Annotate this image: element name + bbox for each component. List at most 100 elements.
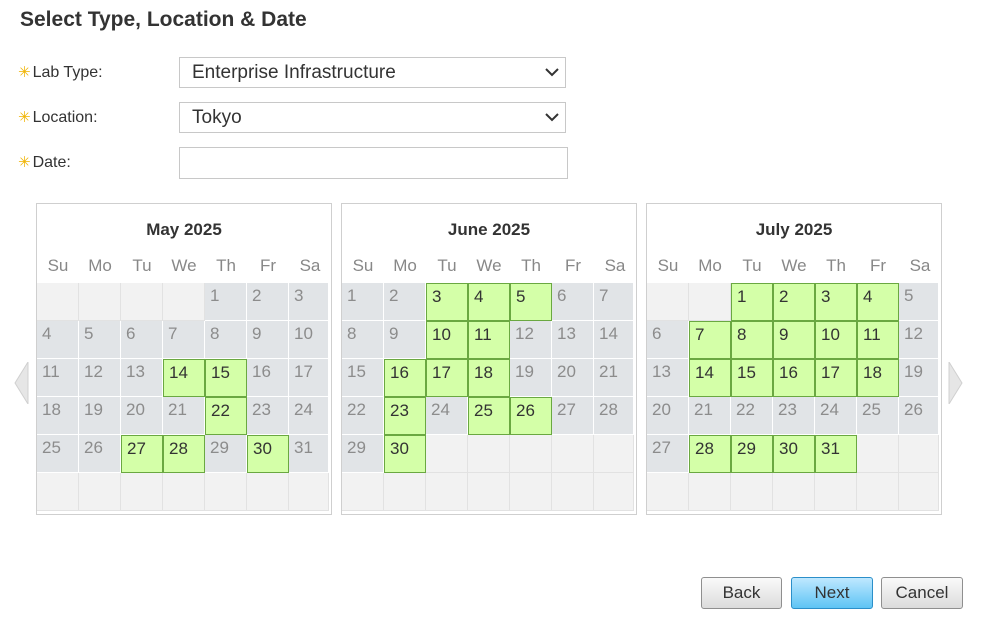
unavailable-day-cell: 19 bbox=[79, 397, 121, 435]
weekday-header: Th bbox=[521, 256, 541, 275]
unavailable-day-cell: 10 bbox=[289, 321, 329, 359]
unavailable-day-cell: 21 bbox=[163, 397, 205, 435]
empty-day-cell bbox=[121, 473, 163, 511]
weekday-header: Su bbox=[657, 256, 679, 275]
unavailable-day-cell: 21 bbox=[594, 359, 634, 397]
available-day-cell[interactable]: 8 bbox=[731, 321, 773, 359]
available-day-cell[interactable]: 3 bbox=[426, 283, 468, 321]
available-day-cell[interactable]: 10 bbox=[815, 321, 857, 359]
unavailable-day-cell: 24 bbox=[289, 397, 329, 435]
empty-day-cell bbox=[647, 473, 689, 511]
unavailable-day-cell: 1 bbox=[342, 283, 384, 321]
weekday-header: Th bbox=[826, 256, 846, 275]
unavailable-day-cell: 27 bbox=[647, 435, 689, 473]
available-day-cell[interactable]: 30 bbox=[384, 435, 426, 473]
available-day-cell[interactable]: 4 bbox=[468, 283, 510, 321]
empty-day-cell bbox=[647, 283, 689, 321]
available-day-cell[interactable]: 3 bbox=[815, 283, 857, 321]
available-day-cell[interactable]: 28 bbox=[163, 435, 205, 473]
chevron-left-icon[interactable] bbox=[13, 362, 29, 404]
empty-day-cell bbox=[689, 283, 731, 321]
available-day-cell[interactable]: 15 bbox=[731, 359, 773, 397]
available-day-cell[interactable]: 16 bbox=[773, 359, 815, 397]
available-day-cell[interactable]: 28 bbox=[689, 435, 731, 473]
available-day-cell[interactable]: 25 bbox=[468, 397, 510, 435]
lab-type-label-text: Lab Type: bbox=[32, 64, 103, 81]
weekday-header: Sa bbox=[604, 256, 626, 275]
available-day-cell[interactable]: 14 bbox=[163, 359, 205, 397]
empty-day-cell bbox=[510, 435, 552, 473]
empty-day-cell bbox=[731, 473, 773, 511]
weekday-header: Mo bbox=[88, 256, 112, 275]
unavailable-day-cell: 20 bbox=[647, 397, 689, 435]
available-day-cell[interactable]: 18 bbox=[857, 359, 899, 397]
calendar-month-may: May 2025 Su Mo Tu We Th Fr Sa 1 2 3 4 5 6 7 8 9 10 11 12 13 1… bbox=[36, 203, 332, 515]
empty-day-cell bbox=[384, 473, 426, 511]
empty-day-cell bbox=[205, 473, 247, 511]
empty-day-cell bbox=[815, 473, 857, 511]
available-day-cell[interactable]: 18 bbox=[468, 359, 510, 397]
chevron-down-icon bbox=[545, 113, 559, 122]
available-day-cell[interactable]: 17 bbox=[426, 359, 468, 397]
unavailable-day-cell: 29 bbox=[205, 435, 247, 473]
available-day-cell[interactable]: 4 bbox=[857, 283, 899, 321]
unavailable-day-cell: 17 bbox=[289, 359, 329, 397]
available-day-cell[interactable]: 29 bbox=[731, 435, 773, 473]
unavailable-day-cell: 6 bbox=[552, 283, 594, 321]
lab-type-select[interactable]: Enterprise Infrastructure bbox=[179, 57, 566, 88]
weekday-header: Mo bbox=[698, 256, 722, 275]
cancel-button[interactable]: Cancel bbox=[881, 577, 963, 609]
available-day-cell[interactable]: 2 bbox=[773, 283, 815, 321]
available-day-cell[interactable]: 30 bbox=[247, 435, 289, 473]
available-day-cell[interactable]: 23 bbox=[384, 397, 426, 435]
unavailable-day-cell: 8 bbox=[205, 321, 247, 359]
unavailable-day-cell: 23 bbox=[773, 397, 815, 435]
available-day-cell[interactable]: 14 bbox=[689, 359, 731, 397]
available-day-cell[interactable]: 22 bbox=[205, 397, 247, 435]
empty-day-cell bbox=[37, 283, 79, 321]
empty-day-cell bbox=[342, 473, 384, 511]
unavailable-day-cell: 31 bbox=[289, 435, 329, 473]
unavailable-day-cell: 9 bbox=[384, 321, 426, 359]
weekday-header: Su bbox=[47, 256, 69, 275]
unavailable-day-cell: 20 bbox=[552, 359, 594, 397]
empty-day-cell bbox=[163, 473, 205, 511]
weekday-header: We bbox=[171, 256, 197, 275]
weekday-header: Su bbox=[352, 256, 374, 275]
unavailable-day-cell: 6 bbox=[647, 321, 689, 359]
available-day-cell[interactable]: 17 bbox=[815, 359, 857, 397]
available-day-cell[interactable]: 26 bbox=[510, 397, 552, 435]
next-button[interactable]: Next bbox=[791, 577, 873, 609]
available-day-cell[interactable]: 27 bbox=[121, 435, 163, 473]
unavailable-day-cell: 8 bbox=[342, 321, 384, 359]
unavailable-day-cell: 7 bbox=[594, 283, 634, 321]
available-day-cell[interactable]: 16 bbox=[384, 359, 426, 397]
unavailable-day-cell: 29 bbox=[342, 435, 384, 473]
available-day-cell[interactable]: 31 bbox=[815, 435, 857, 473]
available-day-cell[interactable]: 10 bbox=[426, 321, 468, 359]
unavailable-day-cell: 24 bbox=[815, 397, 857, 435]
unavailable-day-cell: 27 bbox=[552, 397, 594, 435]
chevron-right-icon[interactable] bbox=[948, 362, 964, 404]
available-day-cell[interactable]: 30 bbox=[773, 435, 815, 473]
location-label: ✳ Location: bbox=[18, 108, 98, 127]
unavailable-day-cell: 25 bbox=[37, 435, 79, 473]
available-day-cell[interactable]: 11 bbox=[857, 321, 899, 359]
available-day-cell[interactable]: 5 bbox=[510, 283, 552, 321]
available-day-cell[interactable]: 9 bbox=[773, 321, 815, 359]
unavailable-day-cell: 21 bbox=[689, 397, 731, 435]
available-day-cell[interactable]: 15 bbox=[205, 359, 247, 397]
empty-day-cell bbox=[247, 473, 289, 511]
back-button[interactable]: Back bbox=[701, 577, 782, 609]
weekday-header: We bbox=[476, 256, 502, 275]
weekday-header: Tu bbox=[132, 256, 152, 275]
available-day-cell[interactable]: 1 bbox=[731, 283, 773, 321]
available-day-cell[interactable]: 7 bbox=[689, 321, 731, 359]
calendar-month-july: July 2025 Su Mo Tu We Th Fr Sa 1 2 3 4 5 6 7 8 9 10 11 12 13… bbox=[646, 203, 942, 515]
location-select[interactable]: Tokyo bbox=[179, 102, 566, 133]
available-day-cell[interactable]: 11 bbox=[468, 321, 510, 359]
date-input[interactable] bbox=[179, 147, 568, 179]
unavailable-day-cell: 25 bbox=[857, 397, 899, 435]
empty-day-cell bbox=[121, 283, 163, 321]
empty-day-cell bbox=[899, 435, 939, 473]
